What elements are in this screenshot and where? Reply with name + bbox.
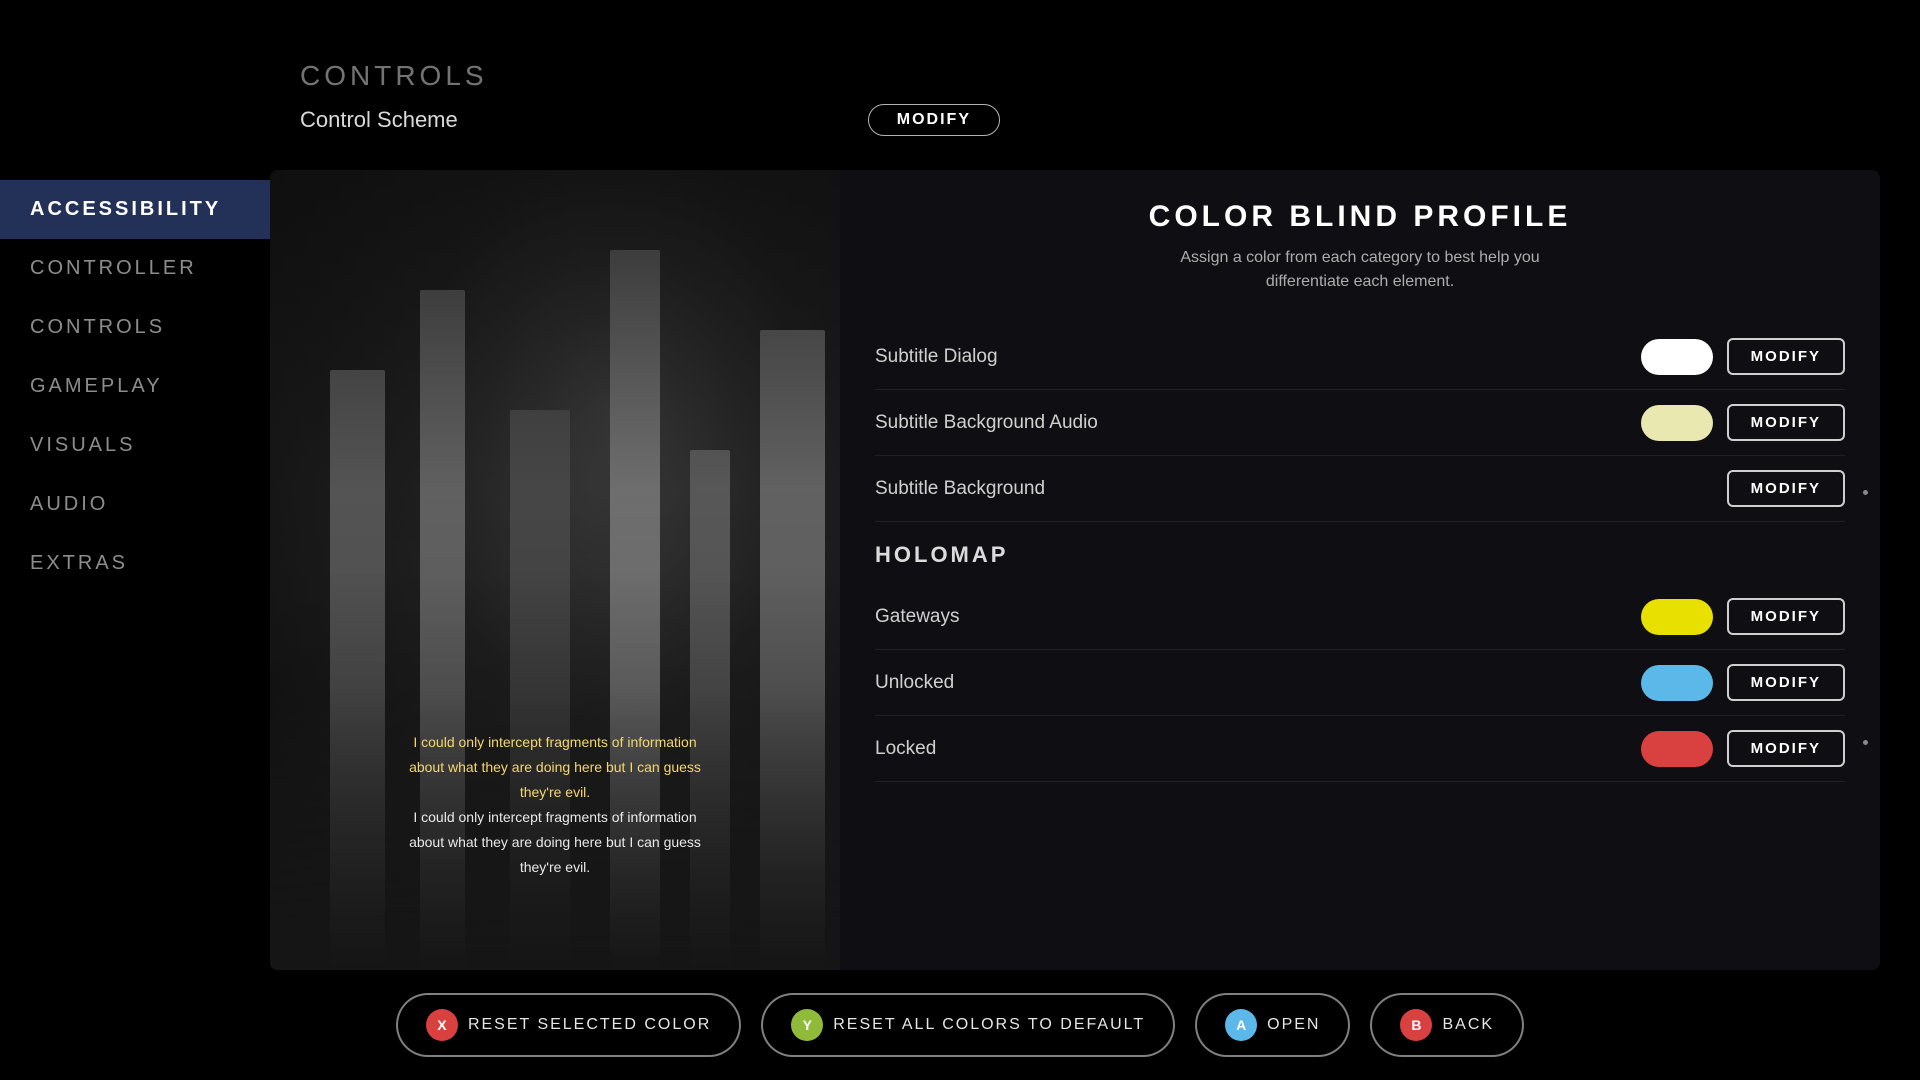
subtitle-bg-audio-modify-button[interactable]: MODIFY — [1727, 404, 1845, 441]
locked-swatch — [1641, 731, 1713, 767]
subtitle-bg-audio-swatch — [1641, 405, 1713, 441]
subtitle-bg-label: Subtitle Background — [875, 478, 1045, 500]
subtitle-line-2: about what they are doing here but I can… — [300, 755, 810, 780]
sidebar-item-controller[interactable]: CONTROLLER — [0, 239, 270, 298]
subtitle-dialog-controls: MODIFY — [1641, 338, 1845, 375]
color-row-subtitle-dialog: Subtitle Dialog MODIFY — [875, 324, 1845, 390]
game-preview: I could only intercept fragments of info… — [270, 170, 840, 970]
sidebar-item-audio[interactable]: AUDIO — [0, 475, 270, 534]
holomap-section-header: HOLOMAP — [875, 542, 1845, 568]
controls-title: CONTROLS — [300, 60, 1820, 92]
top-header: CONTROLS Control Scheme MODIFY — [300, 60, 1820, 136]
open-button[interactable]: A OPEN — [1195, 993, 1350, 1057]
unlocked-modify-button[interactable]: MODIFY — [1727, 664, 1845, 701]
back-button[interactable]: B BACK — [1370, 993, 1524, 1057]
subtitle-area: I could only intercept fragments of info… — [270, 730, 840, 880]
color-row-gateways: Gateways MODIFY — [875, 584, 1845, 650]
x-button-icon: X — [426, 1009, 458, 1041]
sidebar-item-controls[interactable]: CONTROLS — [0, 298, 270, 357]
control-scheme-label: Control Scheme — [300, 107, 458, 133]
locked-modify-button[interactable]: MODIFY — [1727, 730, 1845, 767]
sidebar-item-label: GAMEPLAY — [30, 375, 163, 397]
gateways-swatch — [1641, 599, 1713, 635]
subtitle-dialog-swatch — [1641, 339, 1713, 375]
game-scene: I could only intercept fragments of info… — [270, 170, 840, 970]
control-scheme-modify-button[interactable]: MODIFY — [868, 104, 1000, 136]
sidebar-item-accessibility[interactable]: ACCESSIBILITY — [0, 180, 270, 239]
b-button-icon: B — [1400, 1009, 1432, 1041]
control-scheme-row: Control Scheme MODIFY — [300, 104, 1000, 136]
panel-title: COLOR BLIND PROFILE — [875, 200, 1845, 234]
reset-selected-label: RESET SELECTED COLOR — [468, 1016, 711, 1034]
unlocked-controls: MODIFY — [1641, 664, 1845, 701]
a-button-icon: A — [1225, 1009, 1257, 1041]
color-row-locked: Locked MODIFY — [875, 716, 1845, 782]
sidebar-item-label: EXTRAS — [30, 552, 128, 574]
color-row-subtitle-bg: Subtitle Background MODIFY — [875, 456, 1845, 522]
subtitle-line-1: I could only intercept fragments of info… — [300, 730, 810, 755]
subtitle-bg-audio-label: Subtitle Background Audio — [875, 412, 1098, 434]
locked-controls: MODIFY — [1641, 730, 1845, 767]
sidebar-item-label: ACCESSIBILITY — [30, 198, 221, 220]
sidebar-item-label: VISUALS — [30, 434, 135, 456]
main-content: I could only intercept fragments of info… — [270, 170, 1880, 970]
sidebar-item-visuals[interactable]: VISUALS — [0, 416, 270, 475]
gateways-label: Gateways — [875, 606, 959, 628]
subtitle-dialog-modify-button[interactable]: MODIFY — [1727, 338, 1845, 375]
subtitle-bg-controls: MODIFY — [1727, 470, 1845, 507]
bottom-bar: X RESET SELECTED COLOR Y RESET ALL COLOR… — [0, 970, 1920, 1080]
back-label: BACK — [1442, 1016, 1494, 1034]
subtitle-line-4: I could only intercept fragments of info… — [300, 805, 810, 830]
sidebar: ACCESSIBILITY CONTROLLER CONTROLS GAMEPL… — [0, 170, 270, 960]
gateways-controls: MODIFY — [1641, 598, 1845, 635]
open-label: OPEN — [1267, 1016, 1320, 1034]
gateways-modify-button[interactable]: MODIFY — [1727, 598, 1845, 635]
y-button-icon: Y — [791, 1009, 823, 1041]
subtitle-bg-modify-button[interactable]: MODIFY — [1727, 470, 1845, 507]
subtitle-line-3: they're evil. — [300, 780, 810, 805]
locked-label: Locked — [875, 738, 936, 760]
settings-panel: COLOR BLIND PROFILE Assign a color from … — [840, 170, 1880, 970]
sidebar-item-label: AUDIO — [30, 493, 108, 515]
subtitle-line-5: about what they are doing here but I can… — [300, 830, 810, 855]
sidebar-item-label: CONTROLLER — [30, 257, 197, 279]
color-row-unlocked: Unlocked MODIFY — [875, 650, 1845, 716]
sidebar-item-gameplay[interactable]: GAMEPLAY — [0, 357, 270, 416]
sidebar-item-label: CONTROLS — [30, 316, 165, 338]
subtitle-dialog-label: Subtitle Dialog — [875, 346, 998, 368]
reset-all-button[interactable]: Y RESET ALL COLORS TO DEFAULT — [761, 993, 1175, 1057]
unlocked-label: Unlocked — [875, 672, 954, 694]
reset-selected-button[interactable]: X RESET SELECTED COLOR — [396, 993, 741, 1057]
sidebar-item-extras[interactable]: EXTRAS — [0, 534, 270, 593]
subtitle-line-6: they're evil. — [300, 855, 810, 880]
subtitle-bg-audio-controls: MODIFY — [1641, 404, 1845, 441]
reset-all-label: RESET ALL COLORS TO DEFAULT — [833, 1016, 1145, 1034]
color-row-subtitle-bg-audio: Subtitle Background Audio MODIFY — [875, 390, 1845, 456]
unlocked-swatch — [1641, 665, 1713, 701]
panel-subtitle: Assign a color from each category to bes… — [875, 246, 1845, 294]
